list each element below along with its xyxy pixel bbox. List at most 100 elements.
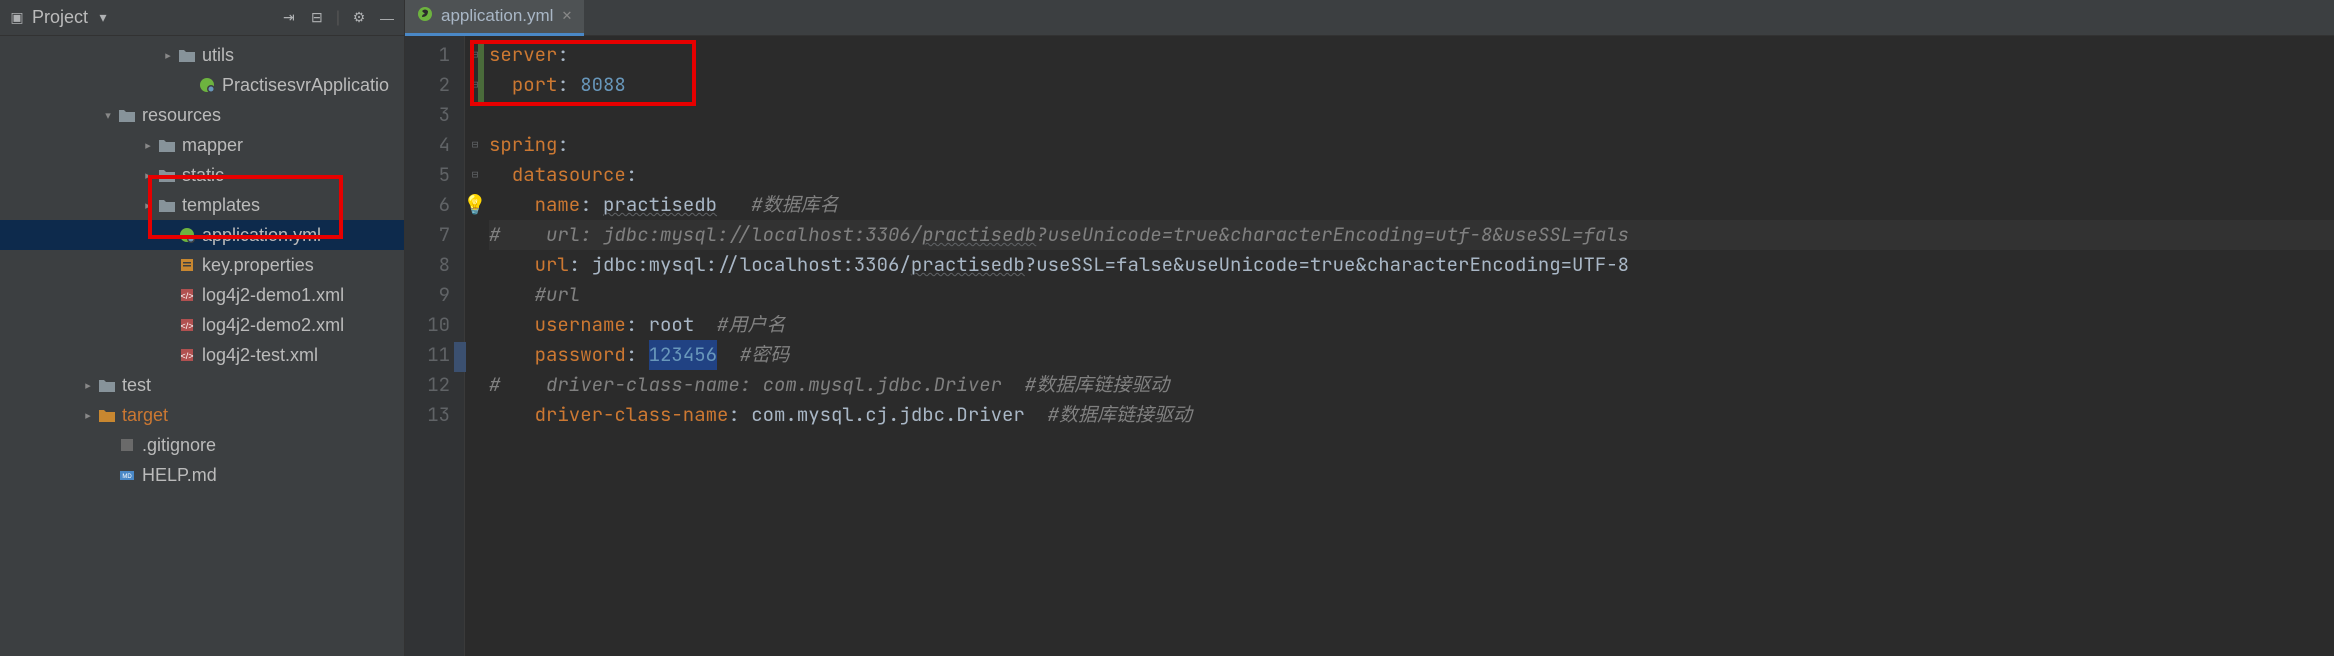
collapse-all-icon[interactable]: ⊟ <box>308 9 326 27</box>
tree-item-templates[interactable]: ▸templates <box>0 190 404 220</box>
code-line[interactable]: #url <box>489 280 2334 310</box>
code-token: username <box>535 310 626 340</box>
tree-item-resources[interactable]: ▾ resources <box>0 100 404 130</box>
line-number: 13 <box>405 400 450 430</box>
xml-icon: </> <box>176 317 198 333</box>
close-tab-icon[interactable]: ✕ <box>561 8 572 24</box>
intention-bulb-icon[interactable]: 💡 <box>465 190 485 220</box>
code-line[interactable]: driver-class-name: com.mysql.cj.jdbc.Dri… <box>489 400 2334 430</box>
code-line[interactable]: datasource: <box>489 160 2334 190</box>
code-token: 123456 <box>649 340 717 370</box>
code-line[interactable]: username: root #用户名 <box>489 310 2334 340</box>
code-editor[interactable]: 12345678910111213 ⊟⊟⊟⊟ server: port: 808… <box>405 36 2334 656</box>
tree-item-target[interactable]: ▸ target <box>0 400 404 430</box>
code-line[interactable]: server: <box>489 40 2334 70</box>
tree-arrow-icon[interactable]: ▸ <box>140 199 156 212</box>
code-line[interactable]: url: jdbc:mysql://localhost:3306/practis… <box>489 250 2334 280</box>
fold-marker[interactable] <box>465 400 485 430</box>
code-token: : <box>557 70 580 100</box>
tree-item-test[interactable]: ▸ test <box>0 370 404 400</box>
fold-column[interactable]: ⊟⊟⊟⊟ <box>465 36 485 656</box>
code-token: # url: jdbc:mysql: <box>489 220 728 250</box>
code-token: password <box>535 340 626 370</box>
xml-icon: </> <box>176 287 198 303</box>
svg-text:</>: </> <box>180 351 193 361</box>
dropdown-icon[interactable]: ▾ <box>94 9 112 27</box>
fold-marker[interactable] <box>465 340 485 370</box>
tree-item-label: application.yml <box>202 225 321 246</box>
tab-application-yml[interactable]: application.yml ✕ <box>405 0 584 36</box>
code-token: : <box>569 250 592 280</box>
fold-marker[interactable]: ⊟ <box>465 160 485 190</box>
tree-item-label: test <box>122 375 151 396</box>
tree-item-practisesvrapplicatio[interactable]: PractisesvrApplicatio <box>0 70 404 100</box>
md-icon: MD <box>116 467 138 483</box>
gitignore-icon <box>116 437 138 453</box>
line-number: 9 <box>405 280 450 310</box>
code-content[interactable]: server: port: 8088 spring: datasource:💡 n… <box>485 36 2334 656</box>
fold-marker[interactable] <box>465 250 485 280</box>
tree-arrow-icon[interactable]: ▾ <box>100 109 116 122</box>
project-view-icon[interactable]: ▣ <box>8 9 26 27</box>
line-number: 6 <box>405 190 450 220</box>
code-token: : <box>728 400 751 430</box>
project-label[interactable]: Project <box>32 7 88 28</box>
code-line[interactable]: password: 123456 #密码 <box>489 340 2334 370</box>
fold-marker[interactable] <box>465 100 485 130</box>
code-token: : <box>626 310 649 340</box>
tree-item-static[interactable]: ▸static <box>0 160 404 190</box>
tree-arrow-icon[interactable]: ▸ <box>160 49 176 62</box>
code-line[interactable]: # url: jdbc:mysql://localhost:3306/pract… <box>489 220 2334 250</box>
code-token: #数据库名 <box>751 190 838 220</box>
tree-arrow-icon[interactable]: ▸ <box>140 139 156 152</box>
file-tree[interactable]: ▸utilsPractisesvrApplicatio ▾ resources ▸ma… <box>0 36 404 656</box>
code-line[interactable]: 💡 name: practisedb #数据库名 <box>489 190 2334 220</box>
code-line[interactable]: port: 8088 <box>489 70 2334 100</box>
tree-item-utils[interactable]: ▸utils <box>0 40 404 70</box>
tree-item-mapper[interactable]: ▸mapper <box>0 130 404 160</box>
editor-area: application.yml ✕ 12345678910111213 ⊟⊟⊟⊟… <box>405 0 2334 656</box>
tree-item-label: log4j2-test.xml <box>202 345 318 366</box>
code-line[interactable]: # driver-class-name: com.mysql.jdbc.Driv… <box>489 370 2334 400</box>
fold-marker[interactable] <box>465 370 485 400</box>
code-token: : <box>626 340 649 370</box>
tree-arrow-icon[interactable]: ▸ <box>140 169 156 182</box>
tree-item-log4j2-demo2-xml[interactable]: </>log4j2-demo2.xml <box>0 310 404 340</box>
tree-arrow-icon[interactable]: ▸ <box>80 409 96 422</box>
fold-marker[interactable] <box>465 220 485 250</box>
scroll-from-source-icon[interactable]: ⇥ <box>280 9 298 27</box>
settings-icon[interactable]: ⚙ <box>350 9 368 27</box>
folder-icon <box>156 198 178 212</box>
tree-item-application-yml[interactable]: application.yml <box>0 220 404 250</box>
line-number: 10 <box>405 310 450 340</box>
code-token <box>694 310 717 340</box>
tree-item-help-md[interactable]: MDHELP.md <box>0 460 404 490</box>
tree-item-key-properties[interactable]: key.properties <box>0 250 404 280</box>
line-number: 1 <box>405 40 450 70</box>
tree-item-log4j2-test-xml[interactable]: </> log4j2-test.xml <box>0 340 404 370</box>
code-line[interactable] <box>489 100 2334 130</box>
tree-item-label: resources <box>142 105 221 126</box>
folder-orange-icon <box>96 408 118 422</box>
line-number: 3 <box>405 100 450 130</box>
code-line[interactable]: spring: <box>489 130 2334 160</box>
fold-marker[interactable]: ⊟ <box>465 130 485 160</box>
spring-icon <box>196 77 218 93</box>
tree-arrow-icon[interactable]: ▸ <box>80 379 96 392</box>
tree-item-log4j2-demo1-xml[interactable]: </>log4j2-demo1.xml <box>0 280 404 310</box>
code-token: com.mysql.cj.jdbc.Driver <box>751 400 1025 430</box>
tree-item--gitignore[interactable]: .gitignore <box>0 430 404 460</box>
tree-item-label: key.properties <box>202 255 314 276</box>
line-number: 12 <box>405 370 450 400</box>
hide-icon[interactable]: — <box>378 9 396 27</box>
fold-marker[interactable] <box>465 280 485 310</box>
line-number: 4 <box>405 130 450 160</box>
code-token <box>489 400 535 430</box>
code-token: server <box>489 40 557 70</box>
tree-item-label: .gitignore <box>142 435 216 456</box>
code-token <box>1025 400 1048 430</box>
fold-marker[interactable] <box>465 310 485 340</box>
code-token <box>489 250 535 280</box>
tab-bar: application.yml ✕ <box>405 0 2334 36</box>
tree-item-label: target <box>122 405 168 426</box>
